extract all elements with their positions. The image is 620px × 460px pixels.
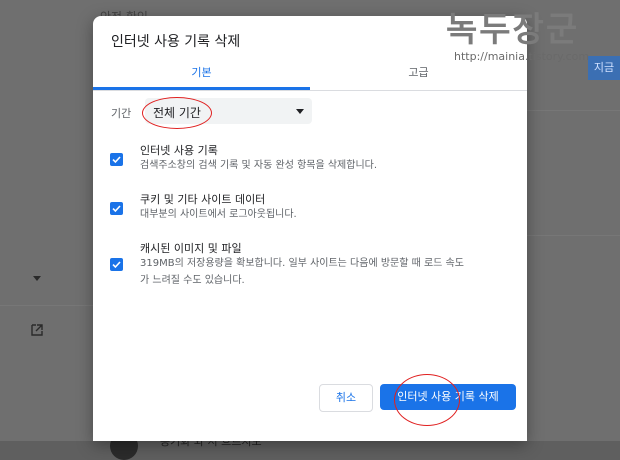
tab-basic[interactable]: 기본 [93, 62, 310, 90]
check-icon [112, 205, 121, 213]
option-title: 캐시된 이미지 및 파일 [140, 242, 242, 255]
check-icon [112, 156, 121, 164]
dialog-title: 인터넷 사용 기록 삭제 [111, 34, 241, 50]
clear-data-button[interactable]: 인터넷 사용 기록 삭제 [380, 384, 516, 410]
background-action-button[interactable]: 지금 [588, 56, 620, 80]
cancel-button[interactable]: 취소 [319, 384, 373, 412]
option-description: 검색주소창의 검색 기록 및 자동 완성 항목을 삭제합니다. [140, 160, 378, 171]
cookies-checkbox[interactable] [110, 202, 123, 215]
background-divider [0, 305, 93, 306]
expand-arrow-icon[interactable] [33, 276, 41, 281]
time-range-label: 기간 [111, 107, 132, 120]
option-title: 쿠키 및 기타 사이트 데이터 [140, 193, 266, 206]
option-title: 인터넷 사용 기록 [140, 144, 218, 157]
background-divider [527, 110, 620, 111]
chevron-down-icon [296, 109, 304, 114]
clear-browsing-data-dialog: 인터넷 사용 기록 삭제 기본 고급 기간 전체 기간 인터넷 사용 기록 검색… [93, 16, 527, 441]
browsing-history-checkbox[interactable] [110, 153, 123, 166]
dialog-tabs: 기본 고급 [93, 62, 527, 91]
check-icon [112, 261, 121, 269]
time-range-select[interactable]: 전체 기간 [145, 98, 312, 124]
active-tab-indicator [93, 87, 310, 90]
time-range-value: 전체 기간 [153, 106, 201, 120]
cached-images-checkbox[interactable] [110, 258, 123, 271]
background-divider [527, 235, 620, 236]
tab-advanced[interactable]: 고급 [310, 62, 527, 90]
option-description: 319MB의 저장용량을 확보합니다. 일부 사이트는 다음에 방문할 때 로드… [140, 258, 464, 286]
open-in-new-icon[interactable] [31, 324, 43, 336]
option-description: 대부분의 사이트에서 로그아웃됩니다. [140, 209, 297, 220]
